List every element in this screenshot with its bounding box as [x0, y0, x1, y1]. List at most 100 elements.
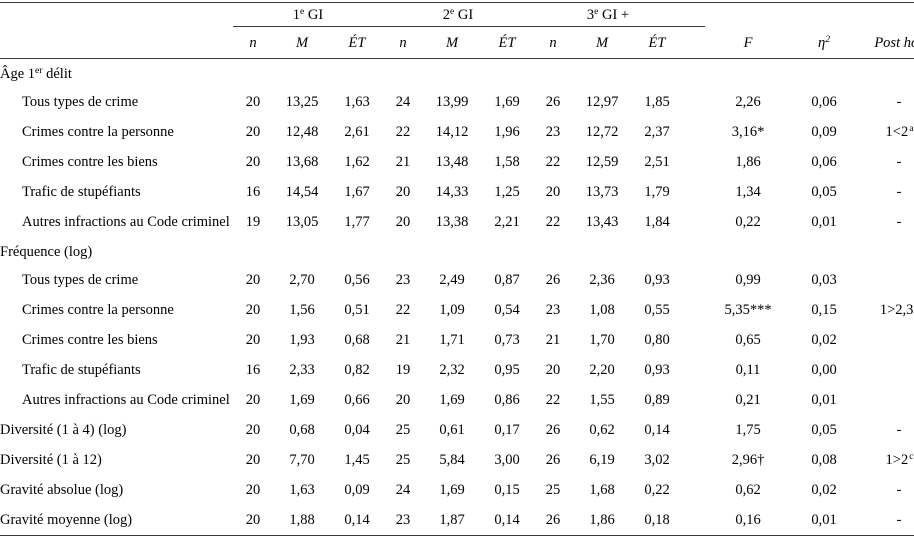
subheader-g2-m: M: [445, 35, 459, 51]
cell-post-hoc: -: [896, 511, 902, 528]
subheader-g1-n: n: [249, 35, 257, 51]
cell-eta: 0,02: [811, 331, 837, 348]
cell-g3-n: 21: [545, 331, 561, 348]
cell-eta: 0,02: [811, 481, 837, 498]
table-row: Crimes contre la personne 20 12,48 2,61 …: [0, 117, 914, 147]
table-row: Diversité (1 à 4) (log) 20 0,68 0,04 25 …: [0, 415, 914, 445]
cell-eta: 0,09: [811, 123, 837, 140]
cell-g3-n: 20: [545, 183, 561, 200]
section-heading-row: Âge 1er délit: [0, 59, 914, 88]
cell-gap: [683, 505, 705, 536]
cell-g3-n: 26: [545, 451, 561, 468]
cell-g3-m: 2,36: [589, 271, 615, 288]
subheader-g1-et: ÉT: [348, 35, 366, 51]
cell-eta: 0,01: [811, 391, 837, 408]
cell-g2-n: 25: [395, 451, 411, 468]
table-row: Trafic de stupéfiants 16 14,54 1,67 20 1…: [0, 177, 914, 207]
cell-gap: [683, 177, 705, 207]
eta-exponent: 2: [825, 34, 830, 46]
cell-gap: [683, 147, 705, 177]
cell-g1-m: 0,68: [289, 421, 315, 438]
subheader-f: F: [743, 35, 753, 51]
table-row: Diversité (1 à 12) 20 7,70 1,45 25 5,84 …: [0, 445, 914, 475]
cell-g3-m: 13,43: [585, 213, 619, 230]
subheader-row: n M ÉT n M ÉT n M ÉT F η2 Post hoc: [0, 27, 914, 57]
cell-g2-et: 0,54: [494, 301, 520, 318]
cell-g1-n: 20: [245, 331, 261, 348]
cell-g3-n: 26: [545, 421, 561, 438]
cell-g3-et: 0,93: [644, 361, 670, 378]
cell-post-hoc: -: [896, 93, 902, 110]
cell-g1-et: 1,67: [344, 183, 370, 200]
cell-g1-n: 20: [245, 123, 261, 140]
cell-post-hoc: 1>2c: [885, 450, 914, 468]
cell-g1-et: 1,63: [344, 93, 370, 110]
cell-eta: 0,01: [811, 213, 837, 230]
table-row: Autres infractions au Code criminel 19 1…: [0, 207, 914, 237]
cell-g1-n: 16: [245, 361, 261, 378]
post-hoc-superscript: c: [909, 450, 914, 462]
cell-g3-et: 0,22: [644, 481, 670, 498]
cell-f: 2,96†: [731, 451, 765, 468]
cell-g1-et: 1,62: [344, 153, 370, 170]
group-header-row: 1e GI 2e GI 3e GI +: [0, 2, 914, 27]
cell-g2-et: 1,69: [494, 93, 520, 110]
cell-f: 0,99: [735, 271, 761, 288]
cell-g1-et: 0,56: [344, 271, 370, 288]
cell-g2-m: 13,99: [435, 93, 469, 110]
cell-gap: [683, 415, 705, 445]
cell-g2-m: 13,38: [435, 213, 469, 230]
cell-g2-n: 20: [395, 183, 411, 200]
cell-g2-m: 14,12: [435, 123, 469, 140]
table-bottom-rule: [0, 535, 914, 538]
cell-gap: [683, 325, 705, 355]
subheader-g2-et: ÉT: [498, 35, 516, 51]
cell-g3-m: 12,72: [585, 123, 619, 140]
cell-g3-m: 2,20: [589, 361, 615, 378]
cell-g3-n: 22: [545, 213, 561, 230]
table-row: Autres infractions au Code criminel 20 1…: [0, 385, 914, 415]
row-label: Crimes contre la personne: [22, 301, 174, 318]
cell-g3-n: 23: [545, 301, 561, 318]
group-header-1: 1e GI: [233, 2, 383, 27]
cell-g2-m: 1,87: [439, 511, 465, 528]
cell-g3-et: 0,93: [644, 271, 670, 288]
cell-g3-m: 12,59: [585, 153, 619, 170]
cell-gap: [683, 445, 705, 475]
cell-g1-n: 20: [245, 391, 261, 408]
subheader-g2-n: n: [399, 35, 407, 51]
cell-g3-m: 0,62: [589, 421, 615, 438]
cell-g1-m: 1,88: [289, 511, 315, 528]
cell-g1-n: 20: [245, 421, 261, 438]
cell-g1-m: 1,69: [289, 391, 315, 408]
cell-post-hoc: -: [896, 183, 902, 200]
cell-eta: 0,08: [811, 451, 837, 468]
cell-g3-m: 1,68: [589, 481, 615, 498]
table-row: Tous types de crime 20 13,25 1,63 24 13,…: [0, 87, 914, 117]
cell-g1-m: 13,05: [285, 213, 319, 230]
row-label: Gravité absolue (log): [0, 481, 124, 498]
cell-g2-m: 2,49: [439, 271, 465, 288]
subheader-gap: [683, 27, 705, 57]
cell-g3-m: 13,73: [585, 183, 619, 200]
cell-g3-n: 22: [545, 153, 561, 170]
cell-eta: 0,06: [811, 93, 837, 110]
cell-eta: 0,01: [811, 511, 837, 528]
cell-g1-n: 20: [245, 153, 261, 170]
cell-g1-n: 20: [245, 271, 261, 288]
cell-g3-et: 2,51: [644, 153, 670, 170]
cell-g2-et: 1,96: [494, 123, 520, 140]
row-label: Tous types de crime: [22, 271, 139, 288]
cell-g2-et: 0,73: [494, 331, 520, 348]
cell-g2-n: 21: [395, 331, 411, 348]
cell-g3-et: 0,14: [644, 421, 670, 438]
cell-g2-m: 1,09: [439, 301, 465, 318]
cell-g2-n: 22: [395, 123, 411, 140]
cell-g3-n: 25: [545, 481, 561, 498]
cell-g2-et: 0,17: [494, 421, 520, 438]
row-label: Autres infractions au Code criminel: [22, 391, 230, 408]
cell-g1-n: 20: [245, 481, 261, 498]
cell-g1-n: 20: [245, 451, 261, 468]
cell-gap: [683, 475, 705, 505]
cell-g3-n: 23: [545, 123, 561, 140]
